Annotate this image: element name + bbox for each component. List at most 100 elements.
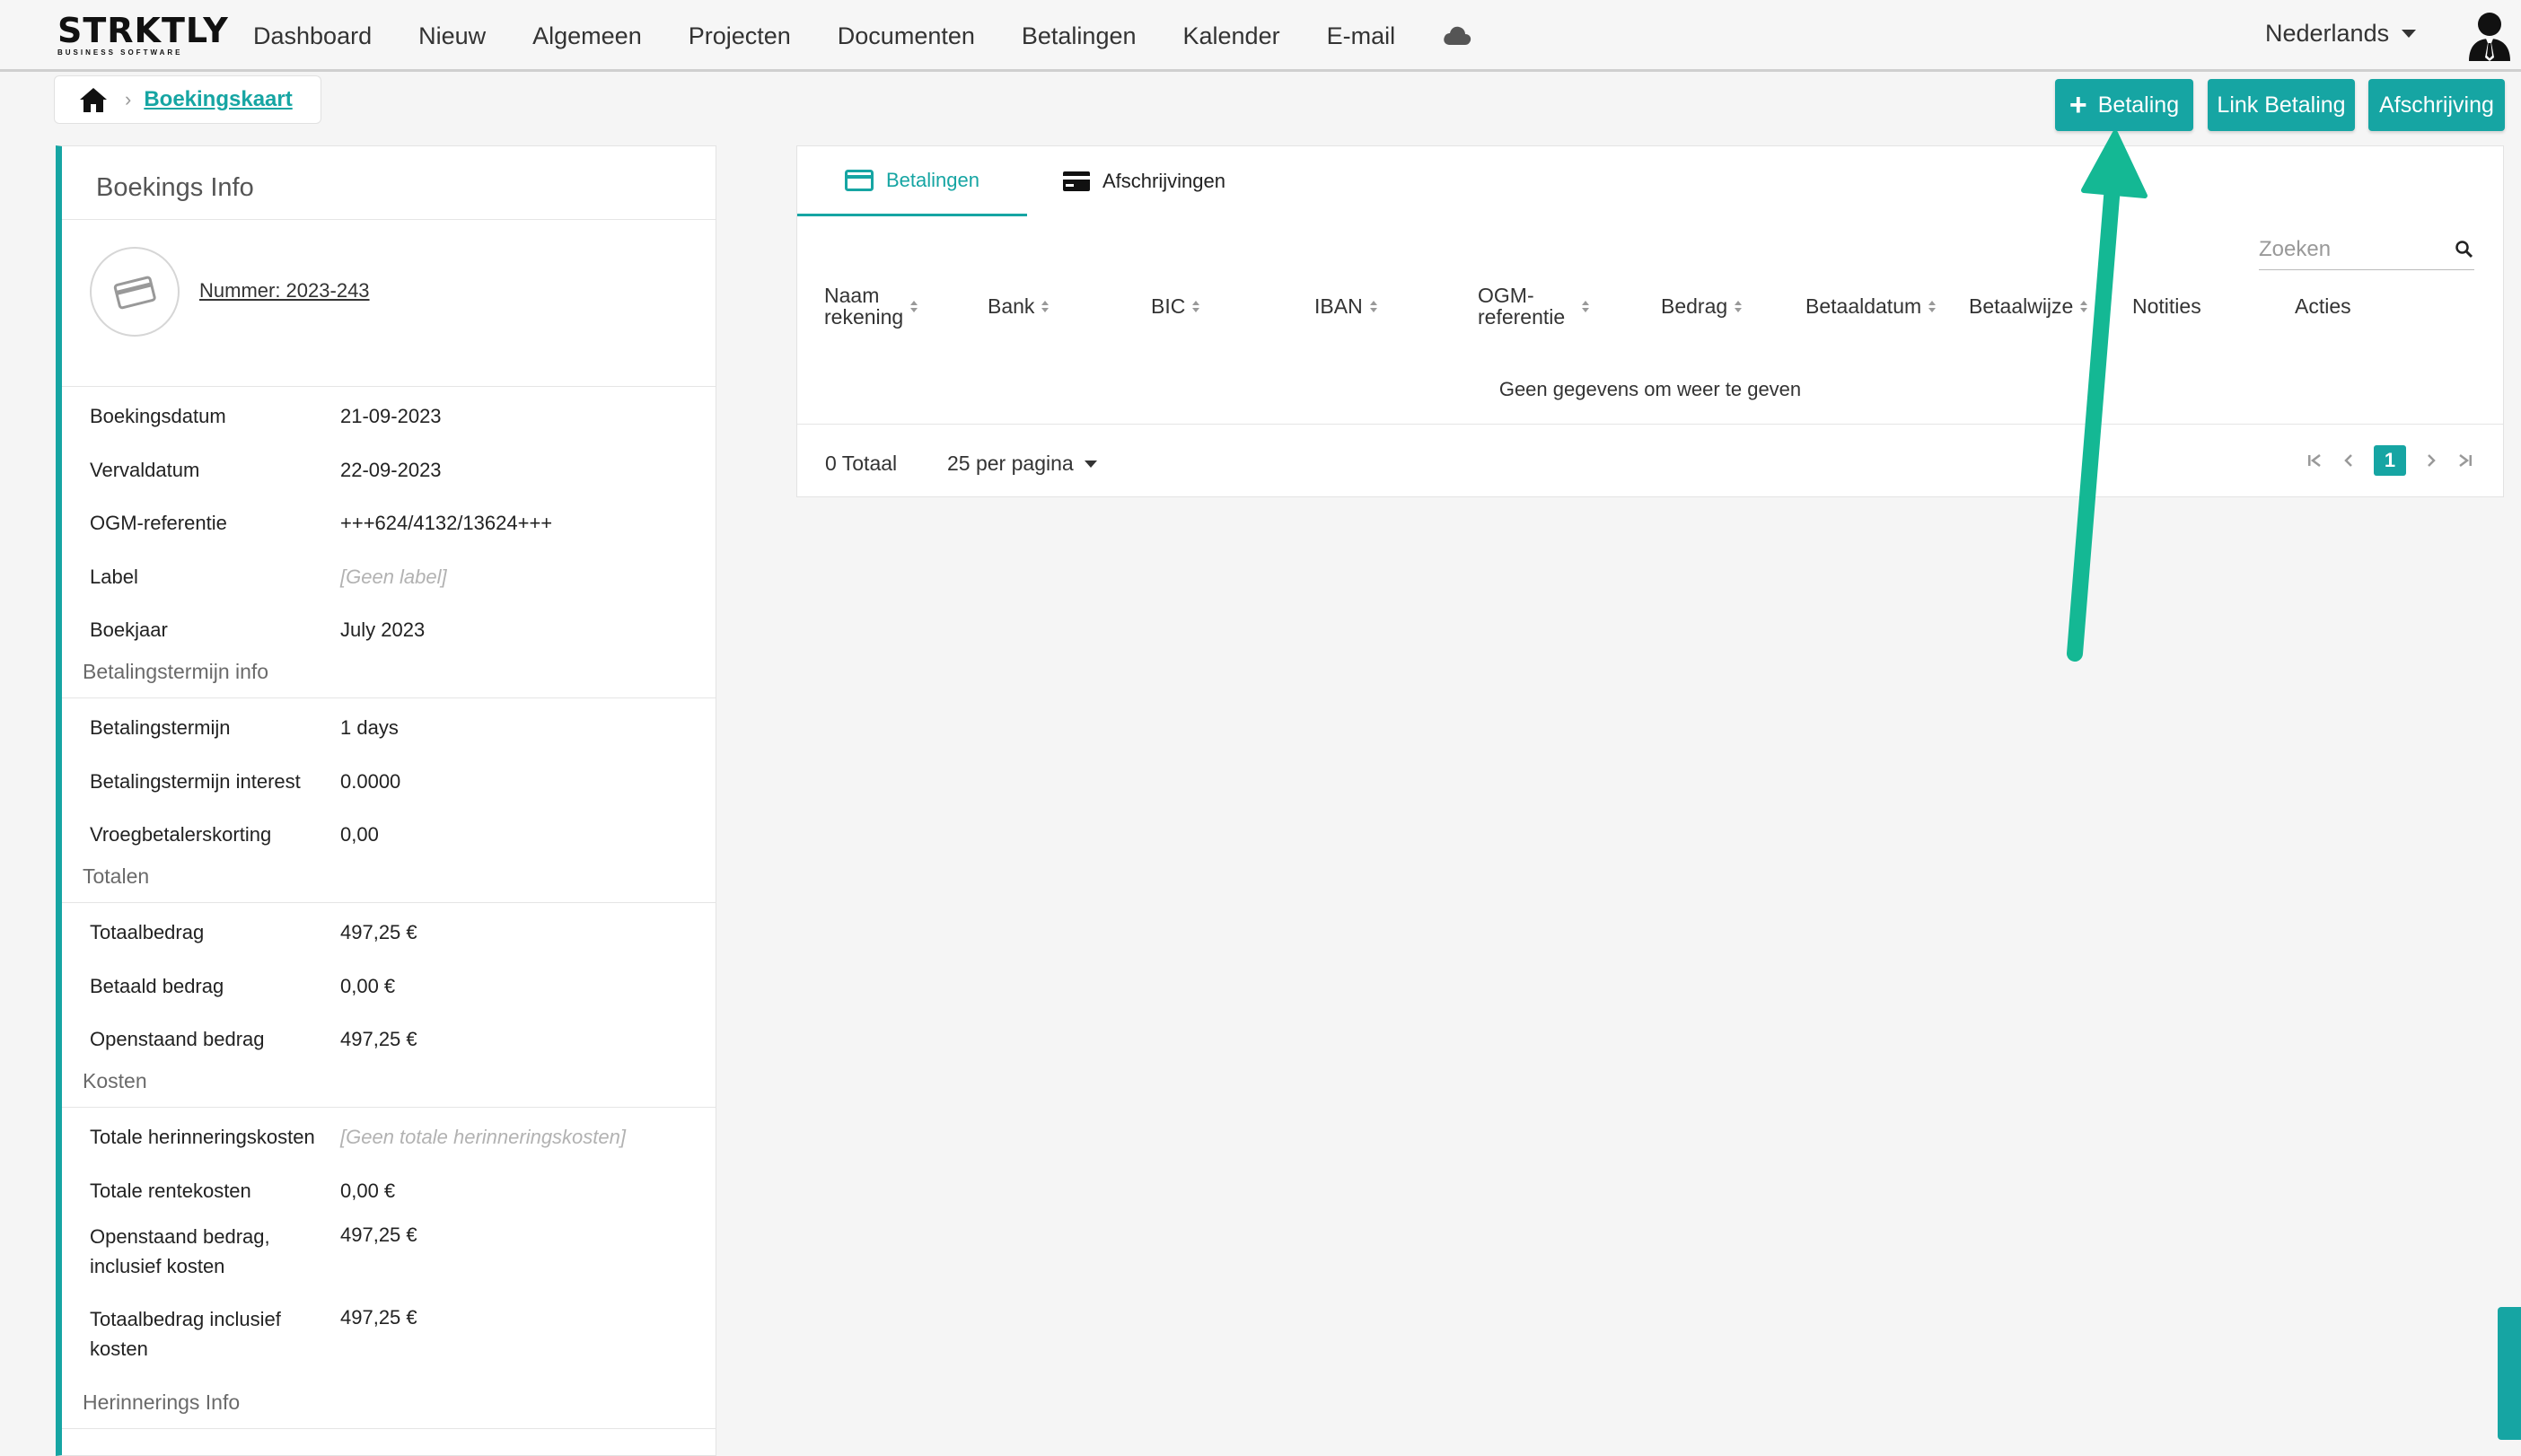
field-vervaldatum: Vervaldatum 22-09-2023	[62, 441, 716, 495]
chevron-down-icon	[1084, 460, 1097, 468]
previous-page-icon[interactable]	[2340, 452, 2358, 469]
per-page-select[interactable]: 25 per pagina	[947, 452, 1097, 476]
field-label: Boekingsdatum	[90, 405, 226, 427]
nav-projecten[interactable]: Projecten	[689, 22, 791, 50]
side-feedback-tab[interactable]	[2498, 1307, 2521, 1440]
empty-table-message: Geen gegevens om weer te geven	[1498, 378, 1802, 400]
column-bic[interactable]: BIC	[1151, 281, 1200, 331]
field-value: 0,00 €	[340, 1179, 396, 1202]
breadcrumb-boekingskaart[interactable]: Boekingskaart	[144, 87, 292, 112]
field-betalingstermijn: Betalingstermijn 1 days	[62, 698, 716, 752]
field-value: 497,25 €	[340, 921, 417, 943]
card-icon	[1063, 171, 1090, 191]
column-ogm-referentie[interactable]: OGM-referentie	[1478, 281, 1603, 331]
column-label: Bedrag	[1661, 294, 1728, 318]
search-field	[2259, 229, 2474, 270]
cloud-icon[interactable]	[1442, 23, 1472, 48]
booking-info-title: Boekings Info	[62, 146, 716, 220]
field-openstaand-incl-kosten: Openstaand bedrag, inclusief kosten 497,2…	[62, 1215, 716, 1297]
write-off-button[interactable]: Afschrijving	[2368, 79, 2505, 131]
link-payment-button[interactable]: Link Betaling	[2208, 79, 2355, 131]
tab-afschrijvingen-label: Afschrijvingen	[1102, 170, 1225, 192]
field-label: OGM-referentie	[90, 512, 227, 534]
logo-wordmark: STRKTLY	[57, 11, 229, 50]
last-page-icon[interactable]	[2456, 452, 2474, 469]
section-herinnerings-info: Herinnerings Info	[62, 1380, 716, 1429]
sort-icon	[1582, 300, 1589, 312]
column-bedrag[interactable]: Bedrag	[1661, 281, 1743, 331]
page-number-current[interactable]: 1	[2374, 445, 2406, 476]
field-boekjaar: Boekjaar July 2023	[62, 601, 716, 649]
field-totale-herinneringskosten: Totale herinneringskosten [Geen totale he…	[62, 1108, 716, 1162]
field-vroegbetalerskorting: Vroegbetalerskorting 0,00	[62, 805, 716, 854]
field-label: Totale herinneringskosten	[90, 1126, 315, 1148]
chevron-down-icon	[2402, 30, 2417, 38]
nav-kalender[interactable]: Kalender	[1183, 22, 1280, 50]
tab-betalingen[interactable]: Betalingen	[797, 146, 1027, 216]
search-icon[interactable]	[2455, 240, 2474, 259]
add-payment-label: Betaling	[2097, 92, 2180, 118]
field-betaald-bedrag: Betaald bedrag 0,00 €	[62, 957, 716, 1011]
total-count: 0 Totaal	[825, 452, 898, 475]
chevron-right-icon: ›	[125, 88, 132, 110]
column-label: Acties	[2295, 294, 2351, 318]
section-kosten: Kosten	[62, 1058, 716, 1108]
field-betalingstermijn-interest: Betalingstermijn interest 0.0000	[62, 752, 716, 806]
booking-number-link[interactable]: Nummer: 2023-243	[199, 279, 370, 303]
tab-betalingen-label: Betalingen	[886, 168, 979, 191]
nav-betalingen[interactable]: Betalingen	[1022, 22, 1137, 50]
column-bank[interactable]: Bank	[988, 281, 1050, 331]
nav-algemeen[interactable]: Algemeen	[532, 22, 642, 50]
column-iban[interactable]: IBAN	[1314, 281, 1377, 331]
column-label: Naam rekening	[824, 284, 904, 329]
column-notities: Notities	[2132, 281, 2201, 331]
add-payment-button[interactable]: + Betaling	[2055, 79, 2193, 131]
section-totalen: Totalen	[62, 854, 716, 903]
language-selector[interactable]: Nederlands	[2265, 20, 2417, 48]
field-value: 497,25 €	[340, 1306, 417, 1329]
main-nav: Dashboard Nieuw Algemeen Projecten Docum…	[253, 0, 1472, 72]
column-betaalwijze[interactable]: Betaalwijze	[1969, 281, 2088, 331]
nav-email[interactable]: E-mail	[1327, 22, 1396, 50]
field-value: 497,25 €	[340, 1224, 417, 1246]
column-betaaldatum[interactable]: Betaaldatum	[1805, 281, 1937, 331]
booking-info-card: Boekings Info Nummer: 2023-243 Boekingsd…	[56, 145, 716, 1456]
pagination: 1	[2306, 443, 2474, 478]
field-label: Betalingstermijn	[90, 716, 231, 739]
column-label: BIC	[1151, 294, 1186, 318]
column-label: Betaaldatum	[1805, 294, 1922, 318]
strktly-logo[interactable]: STRKTLY BUSINESS SOFTWARE	[57, 11, 229, 57]
sort-icon	[1928, 300, 1937, 312]
field-openstaand-bedrag: Openstaand bedrag 497,25 €	[62, 1010, 716, 1058]
user-avatar-icon[interactable]	[2467, 11, 2512, 61]
plus-icon: +	[2069, 88, 2087, 122]
payments-card: Betalingen Afschrijvingen Naam rekening …	[796, 145, 2504, 497]
field-ogm-referentie: OGM-referentie +++624/4132/13624+++	[62, 494, 716, 548]
field-totaalbedrag: Totaalbedrag 497,25 €	[62, 903, 716, 957]
search-input[interactable]	[2259, 236, 2429, 262]
credit-card-icon	[845, 169, 874, 191]
column-naam-rekening[interactable]: Naam rekening	[824, 281, 932, 331]
field-label: Betalingstermijn interest	[90, 769, 301, 793]
tab-bar: Betalingen Afschrijvingen	[797, 146, 2503, 216]
sort-icon	[2080, 300, 2088, 312]
sort-icon	[1369, 300, 1377, 312]
first-page-icon[interactable]	[2306, 452, 2323, 469]
nav-documenten[interactable]: Documenten	[838, 22, 975, 50]
field-value: 0,00	[340, 823, 379, 846]
field-value: 21-09-2023	[340, 405, 442, 427]
field-label: Betaald bedrag	[90, 974, 224, 997]
tab-afschrijvingen[interactable]: Afschrijvingen	[1063, 146, 1225, 216]
column-label: Bank	[988, 294, 1035, 318]
field-label: Totaalbedrag inclusief kosten	[90, 1308, 281, 1360]
field-label: Vervaldatum	[90, 458, 200, 481]
column-label: IBAN	[1314, 294, 1363, 318]
field-value: 1 days	[340, 716, 399, 739]
nav-nieuw[interactable]: Nieuw	[418, 22, 486, 50]
field-label: Label	[90, 565, 138, 588]
nav-dashboard[interactable]: Dashboard	[253, 22, 372, 50]
home-icon[interactable]	[78, 86, 109, 113]
field-boekingsdatum: Boekingsdatum 21-09-2023	[62, 387, 716, 441]
column-acties: Acties	[2295, 281, 2351, 331]
next-page-icon[interactable]	[2422, 452, 2440, 469]
